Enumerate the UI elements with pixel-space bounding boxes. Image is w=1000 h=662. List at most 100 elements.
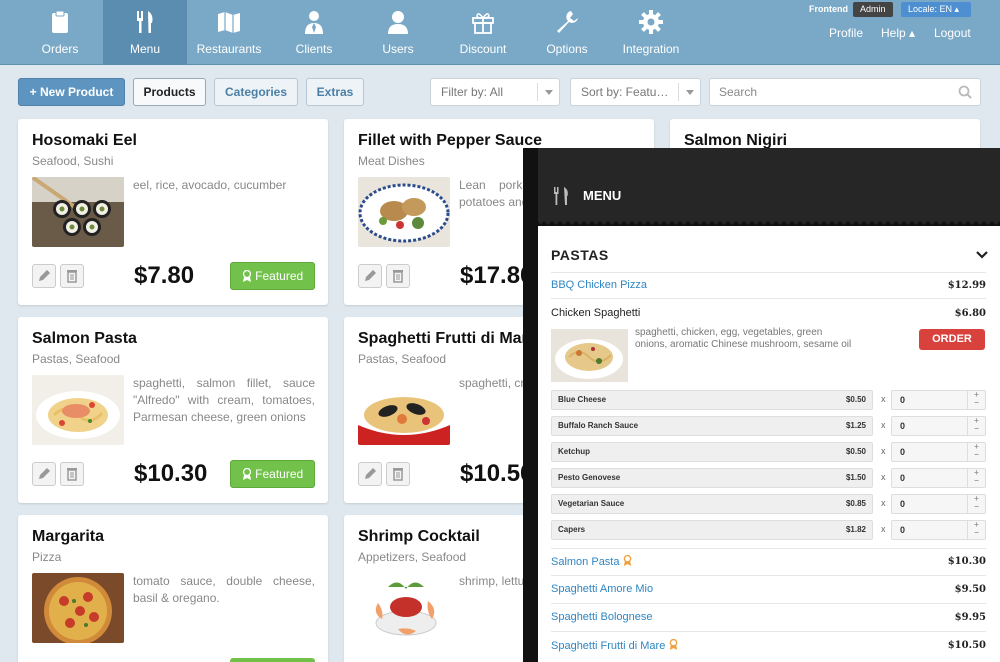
nav-label: Options [546,42,588,56]
admin-badge[interactable]: Admin [853,2,893,17]
extra-name: Ketchup [558,447,590,456]
plus-minus-icon[interactable]: + − [967,469,985,487]
edit-button[interactable] [32,462,56,486]
search-placeholder: Search [719,85,758,99]
quantity-value: 0 [900,395,906,405]
quantity-stepper[interactable]: 0 + − [891,520,986,540]
menu-item-name: Spaghetti Frutti di Mare [551,640,666,652]
gear-icon [639,10,663,34]
featured-button[interactable]: Featured [230,460,315,488]
nav-orders[interactable]: Orders [18,0,102,65]
extra-item: Ketchup $0.50 [551,442,873,462]
delete-button[interactable] [386,264,410,288]
sort-value: Sort by: Featu… [581,85,669,99]
extra-item: Vegetarian Sauce $0.85 [551,494,873,514]
divider [551,603,986,604]
open-item-description: spaghetti, chicken, egg, vegetables, gre… [635,327,852,350]
gift-icon [472,13,494,34]
locale-label: Locale: EN [908,4,953,14]
extra-item: Pesto Genovese $1.50 [551,468,873,488]
nav-discount[interactable]: Discount [441,0,525,65]
logout-link[interactable]: Logout [934,26,971,40]
delete-button[interactable] [386,462,410,486]
locale-dropdown[interactable]: Locale: EN ▴ [901,2,971,17]
open-item-name: Chicken Spaghetti [551,307,641,319]
quantity-stepper[interactable]: 0 + − [891,442,986,462]
user-icon [388,11,408,34]
clipboard-icon [52,10,68,33]
times-sign: x [881,420,886,430]
menu-item-price: $9.95 [954,612,986,623]
plus-minus-icon[interactable]: + − [967,521,985,539]
product-description: tomato sauce, double cheese, basil & ore… [133,574,315,605]
ribbon-icon [242,269,251,282]
nav-options[interactable]: Options [525,0,609,65]
quantity-stepper[interactable]: 0 + − [891,468,986,488]
menu-item-name: Salmon Pasta [551,556,620,568]
plus-minus-icon[interactable]: + − [967,495,985,513]
product-image [358,177,450,247]
map-icon [218,12,240,33]
product-name: Margarita [32,528,105,545]
chevron-down-icon[interactable] [976,250,988,260]
extra-price: $1.82 [845,525,866,534]
product-name: Salmon Pasta [32,330,137,347]
product-category: Pastas, Seafood [358,352,447,366]
edit-button[interactable] [32,264,56,288]
profile-link[interactable]: Profile [829,26,863,40]
search-input[interactable]: Search [709,78,981,106]
nav-label: Integration [622,42,680,56]
zigzag-edge [538,219,1000,225]
new-product-button[interactable]: + New Product [18,78,125,106]
product-category: Seafood, Sushi [32,154,114,168]
featured-button[interactable] [230,658,315,662]
edit-button[interactable] [358,264,382,288]
divider [551,575,986,576]
plus-minus-icon[interactable]: + − [967,391,985,409]
tab-extras[interactable]: Extras [306,78,364,106]
quantity-value: 0 [900,499,906,509]
help-link[interactable]: Help ▴ [881,26,915,40]
times-sign: x [881,498,886,508]
trash-icon [393,468,403,481]
product-card[interactable]: Hosomaki Eel Seafood, Sushi eel, rice, a… [18,119,328,305]
nav-clients[interactable]: Clients [272,0,356,65]
edit-button[interactable] [358,462,382,486]
divider [551,272,986,273]
quantity-stepper[interactable]: 0 + − [891,494,986,514]
quantity-value: 0 [900,447,906,457]
plus-minus-icon[interactable]: + − [967,417,985,435]
menu-item-link[interactable]: Spaghetti Amore Mio [551,583,653,595]
sort-select[interactable]: Sort by: Featu… [570,78,701,106]
nav-users[interactable]: Users [356,0,440,65]
product-image [32,177,124,247]
menu-item-link[interactable]: Spaghetti Frutti di Mare [551,639,678,652]
nav-menu[interactable]: Menu [103,0,187,65]
frontend-link[interactable]: Frontend [802,2,855,17]
product-card[interactable]: Margarita Pizza tomato sauce, double che… [18,515,328,662]
nav-integration[interactable]: Integration [609,0,693,65]
delete-button[interactable] [60,264,84,288]
tab-products[interactable]: Products [133,78,206,106]
menu-item-link[interactable]: Salmon Pasta [551,555,632,568]
featured-button[interactable]: Featured [230,262,315,290]
delete-button[interactable] [60,462,84,486]
tab-categories[interactable]: Categories [214,78,298,106]
plus-minus-icon[interactable]: + − [967,443,985,461]
product-name: Shrimp Cocktail [358,528,480,545]
menu-item-link[interactable]: Spaghetti Bolognese [551,611,653,623]
quantity-stepper[interactable]: 0 + − [891,416,986,436]
product-price: $10.30 [134,460,208,487]
extra-price: $0.85 [845,499,866,508]
ribbon-icon [242,467,251,480]
product-card[interactable]: Salmon Pasta Pastas, Seafood spaghetti, … [18,317,328,503]
quantity-value: 0 [900,473,906,483]
filter-select[interactable]: Filter by: All [430,78,560,106]
product-category: Pizza [32,550,62,564]
order-button[interactable]: ORDER [919,329,985,350]
product-image [32,375,124,445]
quantity-stepper[interactable]: 0 + − [891,390,986,410]
nav-restaurants[interactable]: Restaurants [187,0,271,65]
menu-item-link[interactable]: BBQ Chicken Pizza [551,279,647,291]
divider [551,631,986,632]
